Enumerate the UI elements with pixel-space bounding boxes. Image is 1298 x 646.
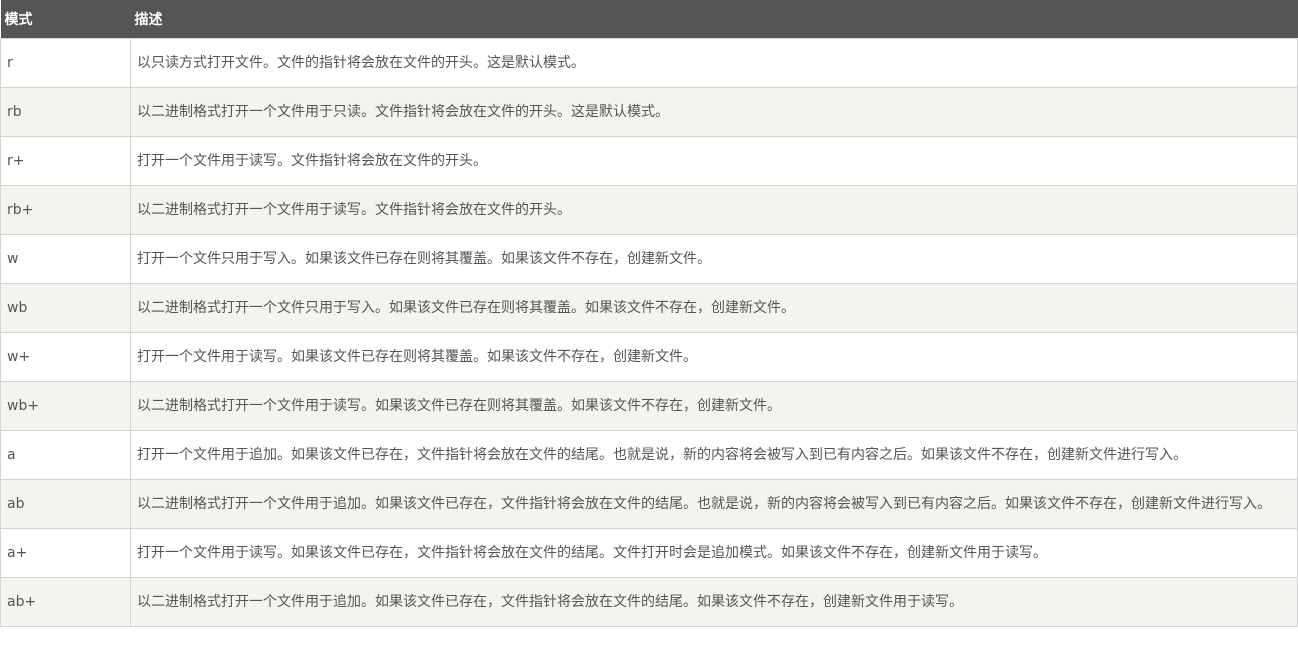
description-cell: 以二进制格式打开一个文件只用于写入。如果该文件已存在则将其覆盖。如果该文件不存在… [130, 283, 1298, 333]
mode-cell: a+ [0, 528, 131, 578]
description-cell: 以二进制格式打开一个文件用于追加。如果该文件已存在，文件指针将会放在文件的结尾。… [130, 479, 1298, 529]
table-body: r 以只读方式打开文件。文件的指针将会放在文件的开头。这是默认模式。 rb 以二… [0, 38, 1298, 627]
description-cell: 打开一个文件用于读写。如果该文件已存在则将其覆盖。如果该文件不存在，创建新文件。 [130, 332, 1298, 382]
table-row: rb 以二进制格式打开一个文件用于只读。文件指针将会放在文件的开头。这是默认模式… [0, 87, 1298, 137]
description-cell: 以二进制格式打开一个文件用于读写。文件指针将会放在文件的开头。 [130, 185, 1298, 235]
mode-cell: ab [0, 479, 131, 529]
description-cell: 打开一个文件只用于写入。如果该文件已存在则将其覆盖。如果该文件不存在，创建新文件… [130, 234, 1298, 284]
table-row: rb+ 以二进制格式打开一个文件用于读写。文件指针将会放在文件的开头。 [0, 185, 1298, 235]
mode-cell: rb+ [0, 185, 131, 235]
mode-cell: w [0, 234, 131, 284]
file-mode-table: 模式 描述 r 以只读方式打开文件。文件的指针将会放在文件的开头。这是默认模式。… [0, 0, 1298, 627]
mode-cell: w+ [0, 332, 131, 382]
header-mode: 模式 [4, 12, 33, 28]
description-cell: 打开一个文件用于读写。如果该文件已存在，文件指针将会放在文件的结尾。文件打开时会… [130, 528, 1298, 578]
description-cell: 以只读方式打开文件。文件的指针将会放在文件的开头。这是默认模式。 [130, 38, 1298, 88]
table-row: a 打开一个文件用于追加。如果该文件已存在，文件指针将会放在文件的结尾。也就是说… [0, 430, 1298, 480]
table-row: r+ 打开一个文件用于读写。文件指针将会放在文件的开头。 [0, 136, 1298, 186]
description-cell: 打开一个文件用于追加。如果该文件已存在，文件指针将会放在文件的结尾。也就是说，新… [130, 430, 1298, 480]
table-row: w 打开一个文件只用于写入。如果该文件已存在则将其覆盖。如果该文件不存在，创建新… [0, 234, 1298, 284]
mode-cell: rb [0, 87, 131, 137]
description-cell: 以二进制格式打开一个文件用于只读。文件指针将会放在文件的开头。这是默认模式。 [130, 87, 1298, 137]
header-row: 模式 描述 [0, 0, 1298, 39]
mode-cell: a [0, 430, 131, 480]
mode-cell: wb+ [0, 381, 131, 431]
description-cell: 以二进制格式打开一个文件用于追加。如果该文件已存在，文件指针将会放在文件的结尾。… [130, 577, 1298, 627]
table-row: ab+ 以二进制格式打开一个文件用于追加。如果该文件已存在，文件指针将会放在文件… [0, 577, 1298, 627]
table-header: 模式 描述 [0, 0, 1298, 39]
table-row: a+ 打开一个文件用于读写。如果该文件已存在，文件指针将会放在文件的结尾。文件打… [0, 528, 1298, 578]
header-description: 描述 [134, 12, 163, 28]
mode-cell: r [0, 38, 131, 88]
table-row: r 以只读方式打开文件。文件的指针将会放在文件的开头。这是默认模式。 [0, 38, 1298, 88]
mode-cell: r+ [0, 136, 131, 186]
mode-cell: wb [0, 283, 131, 333]
table-row: ab 以二进制格式打开一个文件用于追加。如果该文件已存在，文件指针将会放在文件的… [0, 479, 1298, 529]
table-row: w+ 打开一个文件用于读写。如果该文件已存在则将其覆盖。如果该文件不存在，创建新… [0, 332, 1298, 382]
table-row: wb+ 以二进制格式打开一个文件用于读写。如果该文件已存在则将其覆盖。如果该文件… [0, 381, 1298, 431]
mode-cell: ab+ [0, 577, 131, 627]
description-cell: 以二进制格式打开一个文件用于读写。如果该文件已存在则将其覆盖。如果该文件不存在，… [130, 381, 1298, 431]
description-cell: 打开一个文件用于读写。文件指针将会放在文件的开头。 [130, 136, 1298, 186]
table-row: wb 以二进制格式打开一个文件只用于写入。如果该文件已存在则将其覆盖。如果该文件… [0, 283, 1298, 333]
